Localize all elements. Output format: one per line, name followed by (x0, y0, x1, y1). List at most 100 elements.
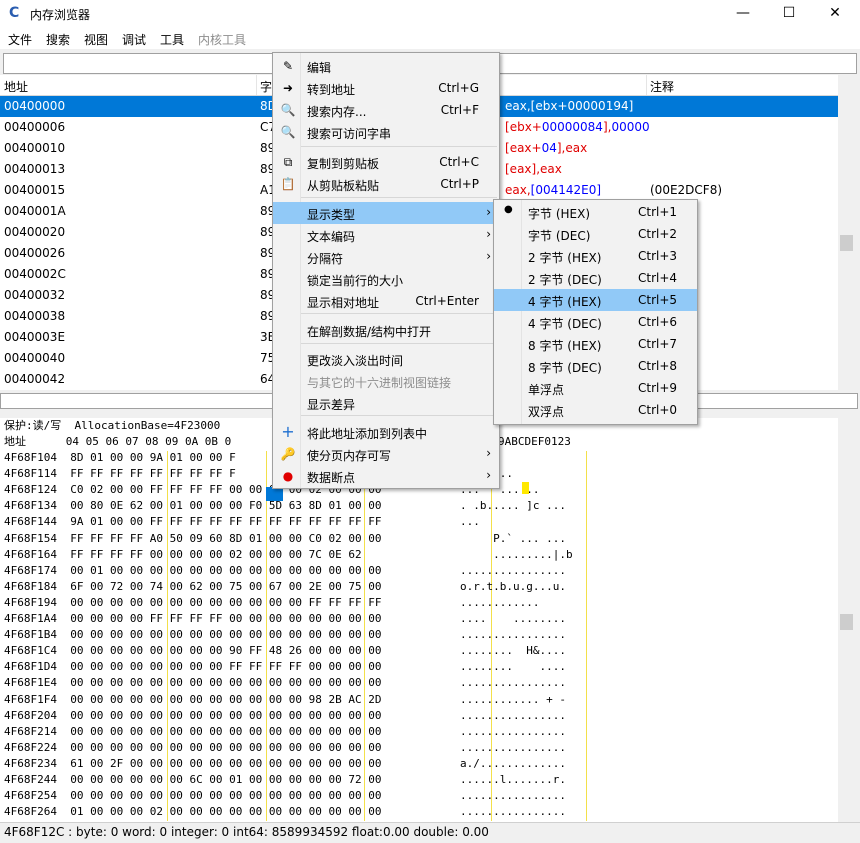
hex-address: 4F68F1D4 (4, 660, 57, 674)
hex-line[interactable]: 4F68F144 9A 01 00 00 FF FF FF FF FF FF F… (4, 514, 382, 530)
option-label: 单浮点 (528, 383, 565, 397)
hex-address: 4F68F194 (4, 595, 57, 609)
context-menu-item[interactable]: 显示类型 › (273, 202, 499, 224)
hex-line[interactable]: 4F68F1A4 00 00 00 00 FF FF FF FF 00 00 0… (4, 611, 382, 627)
hex-address: 4F68F224 (4, 740, 57, 754)
context-menu-item[interactable]: 🔍 搜索内存... Ctrl+F (273, 99, 499, 121)
context-menu-label: 编辑 (307, 61, 332, 75)
hex-address: 4F68F144 (4, 515, 57, 529)
hex-line[interactable]: 4F68F164 FF FF FF FF 00 00 00 00 02 00 0… (4, 547, 362, 563)
context-menu-item[interactable]: ✎ 编辑 (273, 55, 499, 77)
shortcut-label: Ctrl+Enter (415, 294, 479, 308)
hex-line[interactable]: 4F68F214 00 00 00 00 00 00 00 00 00 00 0… (4, 724, 382, 740)
column-address[interactable]: 地址 (4, 78, 28, 95)
display-type-option[interactable]: 双浮点 Ctrl+0 (494, 399, 697, 421)
hex-line[interactable]: 4F68F174 00 01 00 00 00 00 00 00 00 00 0… (4, 563, 382, 579)
menu-view[interactable]: 视图 (84, 31, 108, 48)
display-type-option[interactable]: ● 字节 (HEX) Ctrl+1 (494, 201, 697, 223)
menu-file[interactable]: 文件 (8, 31, 32, 48)
menu-search[interactable]: 搜索 (46, 31, 70, 48)
hex-address: 4F68F174 (4, 563, 57, 577)
hex-scroll-thumb[interactable] (840, 614, 853, 630)
scroll-thumb[interactable] (840, 235, 853, 251)
context-menu-item[interactable]: 在解剖数据/结构中打开 (273, 319, 499, 341)
context-menu-item[interactable]: 显示差异 (273, 392, 499, 414)
disasm-address: 00400010 (4, 141, 66, 155)
display-type-submenu: ● 字节 (HEX) Ctrl+1 字节 (DEC) Ctrl+2 2 字节 (HEX) C… (493, 199, 698, 425)
close-button[interactable]: ✕ (812, 0, 858, 27)
context-menu-item[interactable]: 🔍 搜索可访问字串 (273, 121, 499, 143)
option-label: 2 字节 (HEX) (528, 251, 602, 265)
menu-debug[interactable]: 调试 (122, 31, 146, 48)
hex-line[interactable]: 4F68F244 00 00 00 00 00 00 6C 00 01 00 0… (4, 772, 382, 788)
operand-part: 04 (541, 141, 557, 155)
hex-bytes: 6F 00 72 00 74 00 62 00 75 00 67 00 2E 0… (70, 579, 382, 593)
context-menu-item[interactable]: + 将此地址添加到列表中 (273, 421, 499, 443)
context-menu-label: 搜索可访问字串 (307, 127, 392, 141)
context-menu-item[interactable]: ● 数据断点 › (273, 465, 499, 487)
hex-line[interactable]: 4F68F184 6F 00 72 00 74 00 62 00 75 00 6… (4, 579, 382, 595)
display-type-option[interactable]: 4 字节 (DEC) Ctrl+6 (494, 311, 697, 333)
display-type-option[interactable]: 字节 (DEC) Ctrl+2 (494, 223, 697, 245)
display-type-option[interactable]: 单浮点 Ctrl+9 (494, 377, 697, 399)
hex-ascii: .........|.b (460, 547, 573, 561)
hex-bytes: 00 00 00 00 00 00 00 00 00 00 00 00 00 0… (70, 740, 382, 754)
hex-line[interactable]: 4F68F1F4 00 00 00 00 00 00 00 00 00 00 0… (4, 692, 382, 708)
context-menu-item[interactable]: 分隔符 › (273, 246, 499, 268)
hex-scrollbar[interactable] (838, 418, 855, 822)
hex-line[interactable]: 4F68F254 00 00 00 00 00 00 00 00 00 00 0… (4, 788, 382, 804)
context-menu-item[interactable]: 📋 从剪贴板粘贴 Ctrl+P (273, 173, 499, 195)
column-bytes[interactable]: 字 (260, 78, 272, 95)
disassembler-scrollbar[interactable] (838, 75, 855, 390)
context-menu-item[interactable]: 锁定当前行的大小 (273, 268, 499, 290)
hex-bytes: 00 00 00 00 00 00 00 00 00 00 00 00 98 2… (70, 692, 382, 706)
maximize-button[interactable]: ☐ (766, 0, 812, 27)
hex-line[interactable]: 4F68F1B4 00 00 00 00 00 00 00 00 00 00 0… (4, 627, 382, 643)
hex-bytes: 61 00 2F 00 00 00 00 00 00 00 00 00 00 0… (70, 756, 382, 770)
hex-line[interactable]: 4F68F224 00 00 00 00 00 00 00 00 00 00 0… (4, 740, 382, 756)
menu-separator (301, 313, 497, 314)
hex-ascii: ................ (460, 676, 566, 690)
hex-line[interactable]: 4F68F204 00 00 00 00 00 00 00 00 00 00 0… (4, 708, 382, 724)
shortcut-label: Ctrl+P (440, 177, 479, 191)
column-comment[interactable]: 注释 (650, 78, 674, 95)
context-menu-item[interactable]: ⧉ 复制到剪贴板 Ctrl+C (273, 151, 499, 173)
menu-separator (301, 197, 497, 198)
display-type-option[interactable]: 2 字节 (HEX) Ctrl+3 (494, 245, 697, 267)
hex-line[interactable]: 4F68F194 00 00 00 00 00 00 00 00 00 00 0… (4, 595, 382, 611)
context-menu-item[interactable]: ➜ 转到地址 Ctrl+G (273, 77, 499, 99)
hex-line[interactable]: 4F68F154 FF FF FF FF A0 50 09 60 8D 01 0… (4, 531, 382, 547)
context-menu-item[interactable]: 显示相对地址 Ctrl+Enter (273, 290, 499, 312)
display-type-option[interactable]: 8 字节 (HEX) Ctrl+7 (494, 333, 697, 355)
context-menu-item[interactable]: 文本编码 › (273, 224, 499, 246)
hex-ascii: ... (460, 515, 480, 529)
hex-ascii: ............ (460, 595, 540, 609)
context-menu-item[interactable]: 🔑 使分页内存可写 › (273, 443, 499, 465)
hex-line[interactable]: 4F68F1C4 00 00 00 00 00 00 00 00 90 FF 4… (4, 643, 382, 659)
menu-tools[interactable]: 工具 (160, 31, 184, 48)
ascii-header: 9ABCDEF0123 (498, 435, 571, 448)
hex-line[interactable]: 4F68F234 61 00 2F 00 00 00 00 00 00 00 0… (4, 756, 382, 772)
ascii-cursor (522, 482, 529, 494)
disasm-address: 0040003E (4, 330, 66, 344)
hex-line[interactable]: 4F68F134 00 80 0E 62 00 01 00 00 00 F0 5… (4, 498, 382, 514)
hex-line[interactable]: 4F68F114 FF FF FF FF FF FF FF FF F (4, 466, 236, 482)
hex-line[interactable]: 4F68F1E4 00 00 00 00 00 00 00 00 00 00 0… (4, 675, 382, 691)
hex-bytes: 00 00 00 00 00 00 00 00 00 00 00 00 00 0… (70, 724, 382, 738)
hex-line[interactable]: 4F68F1D4 00 00 00 00 00 00 00 00 FF FF F… (4, 659, 382, 675)
display-type-option[interactable]: 4 字节 (HEX) Ctrl+5 (494, 289, 697, 311)
hex-address: 4F68F204 (4, 708, 57, 722)
context-menu-item[interactable]: 更改淡入淡出时间 (273, 348, 499, 370)
disasm-operand: eax,[ebx+00000194] (505, 99, 633, 113)
search-string-icon: 🔍 (280, 125, 296, 139)
chevron-right-icon: › (486, 468, 491, 482)
menu-kernel-tools[interactable]: 内核工具 (198, 31, 246, 48)
context-menu-label: 复制到剪贴板 (307, 157, 380, 171)
shortcut-label: Ctrl+1 (638, 205, 678, 219)
display-type-option[interactable]: 2 字节 (DEC) Ctrl+4 (494, 267, 697, 289)
key-icon: 🔑 (280, 447, 296, 461)
hex-line[interactable]: 4F68F104 8D 01 00 00 9A 01 00 00 F (4, 450, 236, 466)
hex-line[interactable]: 4F68F264 01 00 00 00 02 00 00 00 00 00 0… (4, 804, 382, 820)
minimize-button[interactable]: — (720, 0, 766, 27)
display-type-option[interactable]: 8 字节 (DEC) Ctrl+8 (494, 355, 697, 377)
